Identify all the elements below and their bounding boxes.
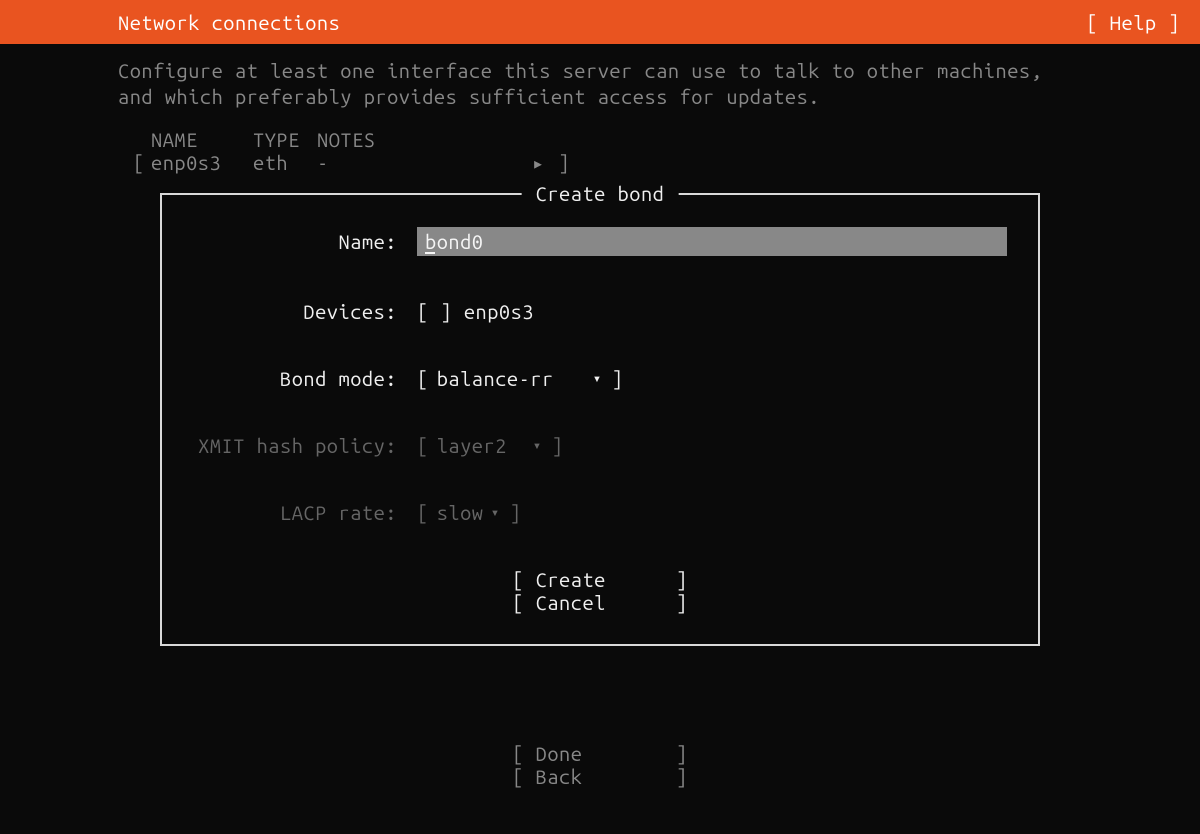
dropdown-bracket-open: [: [417, 367, 429, 390]
checkbox-state: [ ]: [417, 300, 452, 323]
dropdown-bracket-close: ]: [504, 501, 522, 524]
chevron-right-icon: ▸: [532, 151, 552, 175]
dialog-action-buttons: [ Create ] [ Cancel ]: [192, 568, 1008, 614]
column-notes-header: NOTES: [317, 128, 532, 151]
create-button[interactable]: [ Create ]: [512, 568, 688, 591]
xmit-hash-value: layer2: [429, 434, 529, 457]
name-input[interactable]: [417, 227, 1007, 256]
lacp-rate-value: slow: [429, 501, 487, 524]
column-type-header: TYPE: [253, 128, 317, 151]
form-row-xmit-hash: XMIT hash policy: [ layer2 ▾ ]: [192, 434, 1008, 457]
name-input-wrap: [417, 227, 1007, 256]
name-label: Name:: [192, 230, 417, 253]
bond-mode-dropdown[interactable]: [ balance-rr ▾ ]: [417, 367, 623, 390]
table-header: NAME TYPE NOTES: [133, 128, 1082, 151]
lacp-rate-dropdown: [ slow ▾ ]: [417, 501, 521, 524]
device-checkbox[interactable]: [ ] enp0s3: [417, 300, 534, 323]
help-button[interactable]: [ Help ]: [1086, 11, 1180, 34]
footer-buttons: [ Done ] [ Back ]: [0, 742, 1200, 788]
bond-mode-label: Bond mode:: [192, 367, 417, 390]
dropdown-bracket-close: ]: [546, 434, 564, 457]
interface-type: eth: [253, 151, 317, 175]
form-row-name: Name:: [192, 227, 1008, 256]
page-description: Configure at least one interface this se…: [0, 44, 1200, 110]
header-bar: Network connections [ Help ]: [0, 0, 1200, 44]
cancel-button[interactable]: [ Cancel ]: [512, 591, 688, 614]
dropdown-bracket-open: [: [417, 501, 429, 524]
lacp-rate-label: LACP rate:: [192, 501, 417, 524]
page-title: Network connections: [118, 11, 340, 34]
bond-mode-value: balance-rr: [429, 367, 589, 390]
form-row-lacp-rate: LACP rate: [ slow ▾ ]: [192, 501, 1008, 524]
table-row[interactable]: [ enp0s3 eth - ▸ ]: [133, 151, 1082, 175]
chevron-down-icon: ▾: [487, 504, 504, 521]
interface-notes: -: [317, 151, 532, 175]
chevron-down-icon: ▾: [529, 437, 546, 454]
devices-label: Devices:: [192, 300, 417, 323]
device-name: enp0s3: [464, 300, 534, 323]
create-bond-dialog: Create bond Name: Devices: [ ] enp0s3 Bo…: [160, 193, 1040, 646]
interface-table: NAME TYPE NOTES [ enp0s3 eth - ▸ ]: [0, 110, 1200, 175]
xmit-hash-label: XMIT hash policy:: [192, 434, 417, 457]
column-name-header: NAME: [151, 128, 253, 151]
interface-name: enp0s3: [151, 151, 253, 175]
form-row-devices: Devices: [ ] enp0s3: [192, 300, 1008, 323]
done-button[interactable]: [ Done ]: [512, 742, 688, 765]
dialog-title: Create bond: [522, 182, 679, 205]
dropdown-bracket-close: ]: [606, 367, 624, 390]
cursor-icon: [425, 252, 435, 254]
row-bracket-close: ]: [552, 151, 570, 175]
xmit-hash-dropdown: [ layer2 ▾ ]: [417, 434, 563, 457]
dropdown-bracket-open: [: [417, 434, 429, 457]
back-button[interactable]: [ Back ]: [512, 765, 688, 788]
row-bracket-open: [: [133, 151, 151, 175]
form-row-bond-mode: Bond mode: [ balance-rr ▾ ]: [192, 367, 1008, 390]
chevron-down-icon: ▾: [589, 370, 606, 387]
